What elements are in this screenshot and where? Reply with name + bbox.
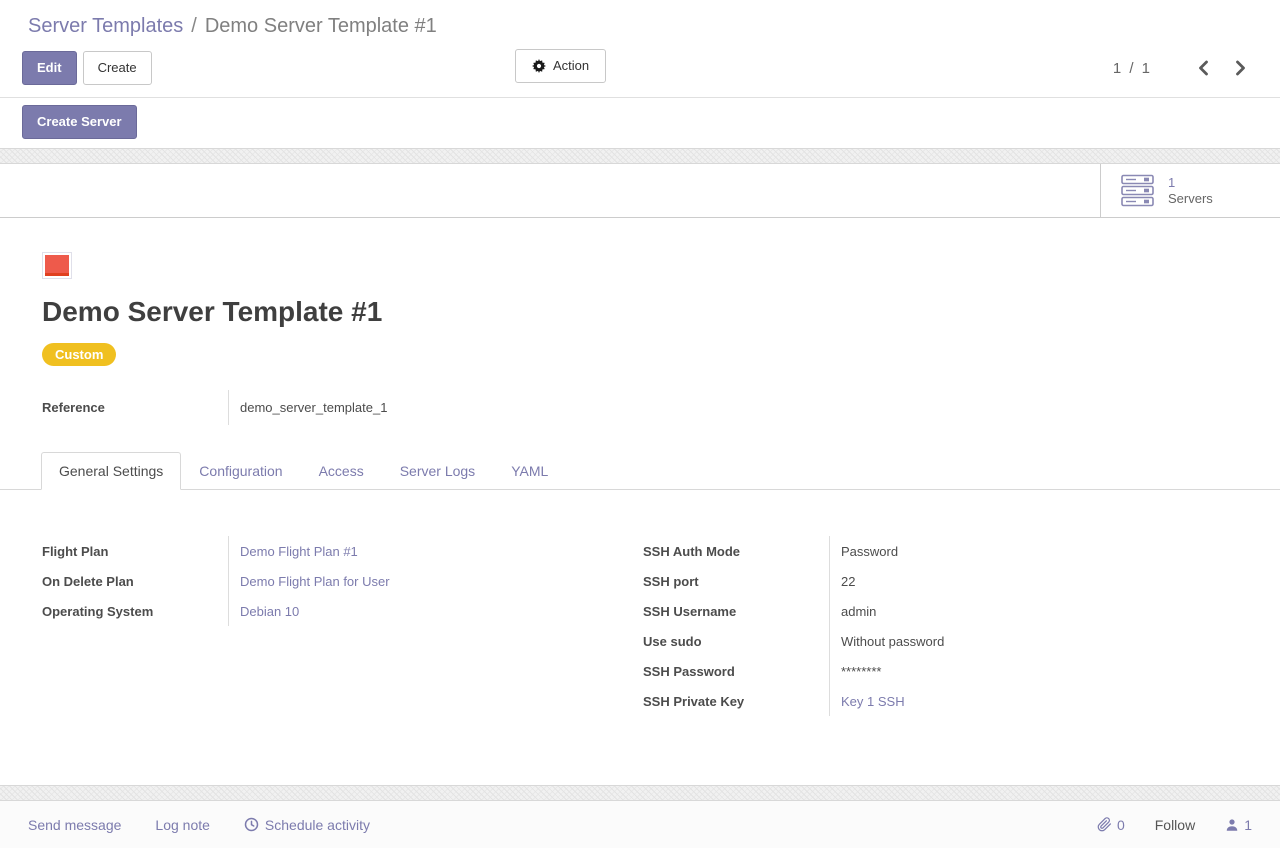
action-button[interactable]: Action (515, 49, 606, 83)
statusbar: 1 Servers (0, 164, 1280, 218)
ssh-password-label: SSH Password (643, 656, 829, 686)
record-image (42, 252, 72, 279)
tab-general-settings[interactable]: General Settings (41, 452, 181, 490)
tab-server-logs[interactable]: Server Logs (382, 452, 493, 490)
breadcrumb: Server Templates / Demo Server Template #1 (28, 13, 1252, 39)
attachments-count: 0 (1117, 817, 1125, 833)
field-row-use-sudo: Use sudo Without password (643, 626, 1240, 656)
servers-stat-label: Servers (1168, 191, 1213, 207)
servers-stat-button[interactable]: 1 Servers (1100, 164, 1280, 217)
send-message-link[interactable]: Send message (28, 817, 121, 833)
form-sheet: 1 Servers Demo Server Template #1 Custom… (0, 164, 1280, 785)
breadcrumb-current: Demo Server Template #1 (205, 15, 437, 37)
on-delete-plan-label: On Delete Plan (42, 566, 228, 596)
clock-icon (244, 817, 259, 832)
field-row-ssh-port: SSH port 22 (643, 566, 1240, 596)
pager: 1 / 1 (1113, 58, 1252, 78)
pager-next-button[interactable] (1229, 58, 1252, 78)
action-button-label: Action (553, 58, 589, 74)
operating-system-value-link[interactable]: Debian 10 (228, 596, 299, 626)
reference-field: Reference demo_server_template_1 (42, 390, 1240, 425)
tab-configuration[interactable]: Configuration (181, 452, 300, 490)
ssh-auth-mode-value: Password (829, 536, 898, 566)
separator-band-top (0, 148, 1280, 164)
edit-button[interactable]: Edit (22, 51, 77, 85)
tab-yaml[interactable]: YAML (493, 452, 566, 490)
field-row-operating-system: Operating System Debian 10 (42, 596, 630, 626)
field-row-flight-plan: Flight Plan Demo Flight Plan #1 (42, 536, 630, 566)
reference-value: demo_server_template_1 (228, 390, 387, 425)
ssh-private-key-label: SSH Private Key (643, 686, 829, 716)
field-group-left: Flight Plan Demo Flight Plan #1 On Delet… (42, 536, 630, 716)
follow-button[interactable]: Follow (1155, 817, 1195, 833)
operating-system-label: Operating System (42, 596, 228, 626)
attachments-counter[interactable]: 0 (1097, 817, 1125, 833)
ssh-private-key-value-link[interactable]: Key 1 SSH (829, 686, 905, 716)
field-row-ssh-auth-mode: SSH Auth Mode Password (643, 536, 1240, 566)
on-delete-plan-value-link[interactable]: Demo Flight Plan for User (228, 566, 390, 596)
gear-icon (532, 59, 546, 73)
tab-panel-general-settings: Flight Plan Demo Flight Plan #1 On Delet… (42, 536, 1240, 716)
breadcrumb-parent-link[interactable]: Server Templates (28, 15, 183, 37)
servers-stat-count: 1 (1168, 175, 1213, 191)
flight-plan-label: Flight Plan (42, 536, 228, 566)
chatter-bar: Send message Log note Schedule activity … (0, 801, 1280, 848)
field-row-on-delete-plan: On Delete Plan Demo Flight Plan for User (42, 566, 630, 596)
followers-count: 1 (1244, 817, 1252, 833)
ssh-password-value: ******** (829, 656, 881, 686)
chevron-left-icon (1198, 60, 1209, 76)
tab-bar: General Settings Configuration Access Se… (0, 452, 1280, 490)
pager-previous-button[interactable] (1192, 58, 1215, 78)
ssh-port-value: 22 (829, 566, 855, 596)
record-title: Demo Server Template #1 (42, 295, 1240, 329)
pager-value: 1 / 1 (1113, 60, 1152, 77)
flight-plan-value-link[interactable]: Demo Flight Plan #1 (228, 536, 358, 566)
ssh-auth-mode-label: SSH Auth Mode (643, 536, 829, 566)
field-group-right: SSH Auth Mode Password SSH port 22 SSH U… (643, 536, 1240, 716)
field-row-ssh-private-key: SSH Private Key Key 1 SSH (643, 686, 1240, 716)
ssh-username-label: SSH Username (643, 596, 829, 626)
server-stack-icon (1121, 174, 1155, 207)
schedule-activity-link[interactable]: Schedule activity (244, 817, 370, 833)
reference-label: Reference (42, 390, 228, 425)
create-server-button[interactable]: Create Server (22, 105, 137, 139)
followers-counter[interactable]: 1 (1225, 817, 1252, 833)
field-row-ssh-password: SSH Password ******** (643, 656, 1240, 686)
tab-access[interactable]: Access (301, 452, 382, 490)
paperclip-icon (1097, 817, 1112, 832)
create-button[interactable]: Create (83, 51, 152, 85)
ssh-port-label: SSH port (643, 566, 829, 596)
breadcrumb-separator: / (191, 15, 197, 37)
use-sudo-value: Without password (829, 626, 944, 656)
custom-tag-badge: Custom (42, 343, 116, 366)
ssh-username-value: admin (829, 596, 876, 626)
person-icon (1225, 818, 1239, 832)
log-note-link[interactable]: Log note (155, 817, 210, 833)
chevron-right-icon (1235, 60, 1246, 76)
use-sudo-label: Use sudo (643, 626, 829, 656)
field-row-ssh-username: SSH Username admin (643, 596, 1240, 626)
control-panel: Server Templates / Demo Server Template #1… (0, 0, 1280, 148)
schedule-activity-label: Schedule activity (265, 817, 370, 833)
separator-band-bottom (0, 785, 1280, 801)
